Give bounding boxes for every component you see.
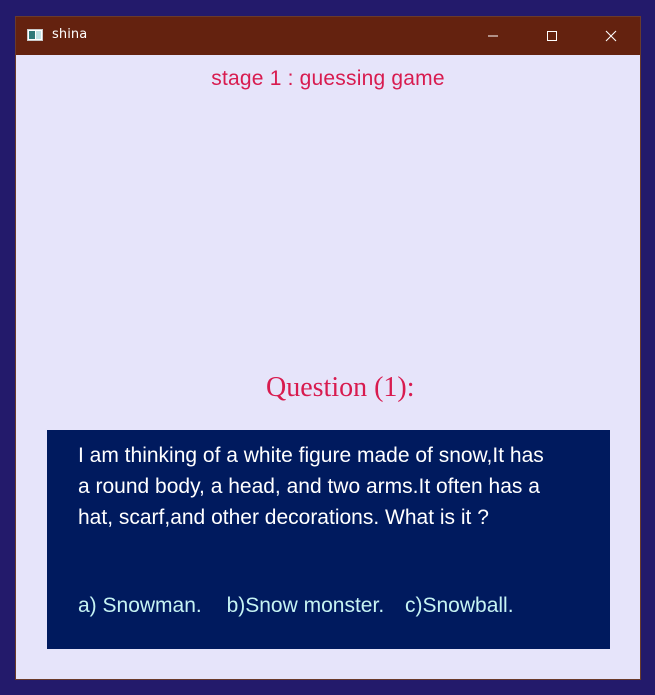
stage-title: stage 1 : guessing game	[211, 67, 445, 90]
answer-option-b[interactable]: b)Snow monster.	[227, 594, 385, 618]
app-window-icon	[27, 29, 43, 41]
answer-option-a[interactable]: a) Snowman.	[78, 594, 202, 618]
window-title: shina	[52, 27, 88, 42]
title-bar[interactable]: shina	[16, 17, 640, 55]
maximize-button[interactable]	[529, 17, 575, 55]
answer-options: a) Snowman. b)Snow monster. c)Snowball.	[78, 594, 514, 618]
maximize-icon	[547, 31, 557, 41]
close-icon	[605, 30, 617, 42]
answer-option-c[interactable]: c)Snowball.	[405, 594, 514, 618]
question-heading: Question (1):	[266, 372, 415, 403]
minimize-button[interactable]	[470, 17, 516, 55]
close-button[interactable]	[588, 17, 634, 55]
minimize-icon	[488, 35, 498, 37]
question-panel: I am thinking of a white figure made of …	[47, 430, 610, 649]
app-window: shina stage 1 : guessing game Question (…	[15, 16, 641, 680]
question-text: I am thinking of a white figure made of …	[78, 444, 544, 529]
